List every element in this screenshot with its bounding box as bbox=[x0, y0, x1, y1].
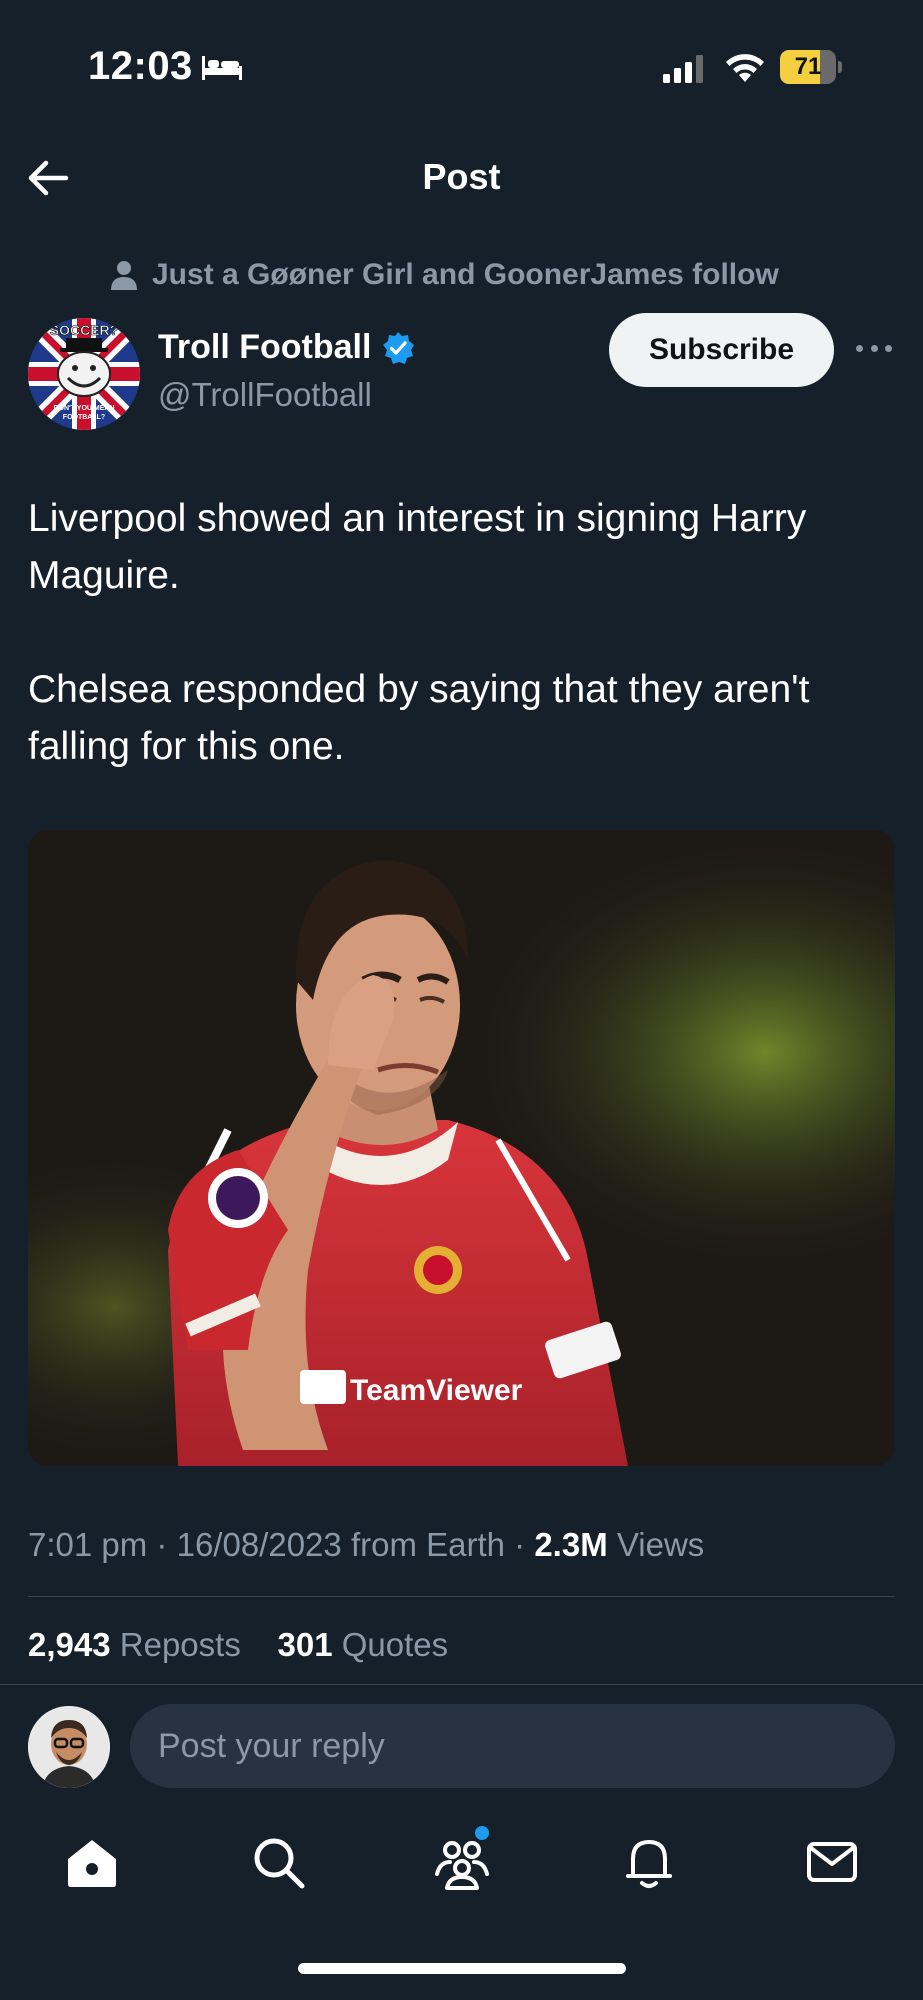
post-text: Liverpool showed an interest in signing … bbox=[28, 490, 898, 775]
views-label: Views bbox=[616, 1526, 705, 1563]
messages-icon[interactable] bbox=[802, 1832, 862, 1892]
post-time: 7:01 pm bbox=[28, 1526, 148, 1563]
author-handle[interactable]: @TrollFootball bbox=[158, 376, 372, 414]
home-indicator[interactable] bbox=[298, 1963, 626, 1974]
social-context-text: Just a Gøøner Girl and GoonerJames follo… bbox=[152, 258, 779, 291]
post-date: 16/08/2023 bbox=[176, 1526, 342, 1563]
notifications-icon[interactable] bbox=[619, 1832, 679, 1892]
post-source: from Earth bbox=[350, 1526, 505, 1563]
battery-icon: 71 bbox=[780, 50, 842, 84]
person-icon bbox=[111, 261, 137, 290]
page-title: Post bbox=[422, 156, 501, 197]
svg-text:FOOTBALL?: FOOTBALL? bbox=[63, 414, 105, 421]
bed-icon bbox=[202, 56, 242, 80]
user-avatar[interactable] bbox=[28, 1706, 110, 1788]
subscribe-button[interactable]: Subscribe bbox=[609, 313, 834, 387]
quotes-count: 301 bbox=[277, 1626, 333, 1663]
divider bbox=[0, 1684, 923, 1685]
author-display-name[interactable]: Troll Football bbox=[158, 328, 415, 367]
status-time: 12:03 bbox=[88, 44, 193, 88]
svg-text:TeamViewer: TeamViewer bbox=[350, 1374, 523, 1407]
verified-badge-icon[interactable] bbox=[381, 331, 415, 365]
quotes-label: Quotes bbox=[341, 1626, 449, 1663]
union-jack-troll-logo: SOCCER? DON'T YOU MEAN FOOTBALL? bbox=[28, 318, 140, 430]
divider bbox=[28, 1596, 895, 1597]
reposts-stat[interactable]: 2,943 Reposts bbox=[28, 1626, 241, 1663]
more-options-icon[interactable] bbox=[852, 330, 896, 366]
new-activity-dot bbox=[475, 1826, 489, 1840]
social-context[interactable]: Just a Gøøner Girl and GoonerJames follo… bbox=[110, 258, 779, 292]
communities-icon[interactable] bbox=[432, 1832, 492, 1892]
post-paragraph: Chelsea responded by saying that they ar… bbox=[28, 668, 810, 768]
home-icon[interactable] bbox=[62, 1832, 122, 1892]
memoji-avatar bbox=[28, 1706, 110, 1788]
reply-input[interactable] bbox=[130, 1704, 895, 1788]
post-image[interactable]: TeamViewer bbox=[28, 830, 895, 1466]
battery-level: 71 bbox=[794, 53, 822, 80]
signal-icon bbox=[663, 55, 703, 83]
reposts-count: 2,943 bbox=[28, 1626, 111, 1663]
reposts-label: Reposts bbox=[119, 1626, 241, 1663]
display-name-text: Troll Football bbox=[158, 328, 372, 366]
post-meta: 7:01 pm · 16/08/2023 from Earth · 2.3M V… bbox=[28, 1526, 705, 1563]
svg-text:SOCCER?: SOCCER? bbox=[50, 322, 118, 338]
svg-text:DON'T YOU MEAN: DON'T YOU MEAN bbox=[53, 405, 114, 412]
views-count: 2.3M bbox=[534, 1526, 608, 1563]
author-avatar[interactable]: SOCCER? DON'T YOU MEAN FOOTBALL? bbox=[28, 318, 140, 430]
photo-footballer: TeamViewer bbox=[28, 830, 895, 1466]
post-stats: 2,943 Reposts 301 Quotes bbox=[28, 1626, 448, 1664]
wifi-icon bbox=[726, 54, 764, 82]
post-paragraph: Liverpool showed an interest in signing … bbox=[28, 497, 807, 597]
search-icon[interactable] bbox=[248, 1832, 308, 1892]
quotes-stat[interactable]: 301 Quotes bbox=[278, 1626, 449, 1663]
